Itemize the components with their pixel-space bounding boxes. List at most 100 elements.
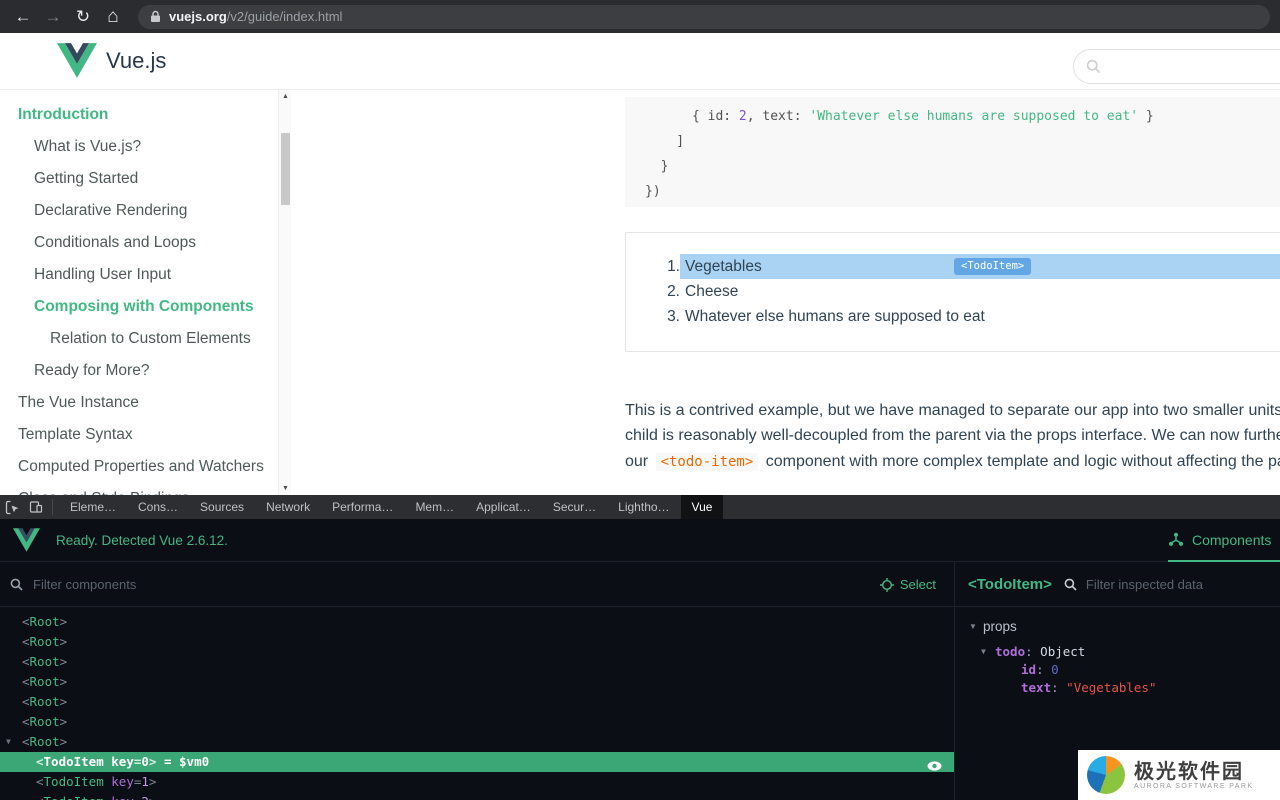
component-tree-row[interactable]: <Root> — [0, 712, 954, 732]
list-marker: 3. — [652, 304, 680, 329]
collapse-triangle-icon[interactable]: ▼ — [981, 643, 986, 661]
browser-toolbar: ← → ↻ ⌂ vuejs.org /v2/guide/index.html — [0, 0, 1280, 33]
list-item: 2.Cheese — [652, 279, 1280, 304]
component-tree-row[interactable]: <Root> — [0, 672, 954, 692]
code-line: }) — [645, 179, 1280, 204]
inspect-element-icon[interactable] — [0, 495, 24, 519]
component-tree-row[interactable]: <TodoItem key=1> — [0, 772, 954, 792]
sidebar-item[interactable]: Conditionals and Loops — [0, 227, 278, 259]
component-tree: <Root><Root><Root><Root><Root><Root>▼<Ro… — [0, 607, 955, 800]
vue-devtools-filterbar: Select <TodoItem> — [0, 562, 1280, 607]
device-toolbar-icon[interactable] — [24, 495, 48, 519]
prop-row[interactable]: id: 0 — [969, 661, 1280, 679]
devtools-tabs: Eleme…Cons…SourcesNetworkPerforma…Mem…Ap… — [59, 495, 723, 519]
devtools-tab-applicat[interactable]: Applicat… — [465, 495, 542, 519]
filter-components-area: Select — [0, 562, 955, 607]
todoitem-inspect-badge: <TodoItem> — [954, 258, 1031, 275]
vue-logo[interactable] — [57, 43, 97, 78]
screen: ← → ↻ ⌂ vuejs.org /v2/guide/index.html V… — [0, 0, 1280, 800]
scroll-up-icon[interactable]: ▲ — [279, 90, 292, 103]
tab-components[interactable]: Components — [1168, 519, 1280, 562]
sidebar-item[interactable]: Computed Properties and Watchers — [0, 451, 278, 483]
tab-components-label: Components — [1192, 532, 1271, 548]
sidebar-item[interactable]: The Vue Instance — [0, 387, 278, 419]
list-item-text: Cheese — [680, 279, 1280, 304]
devtools-tab-performa[interactable]: Performa… — [321, 495, 404, 519]
back-icon[interactable]: ← — [10, 4, 36, 30]
scroll-down-icon[interactable]: ▼ — [279, 482, 292, 495]
prop-row[interactable]: text: "Vegetables" — [969, 679, 1280, 697]
devtools-tab-mem[interactable]: Mem… — [404, 495, 465, 519]
watermark-title: 极光软件园 — [1134, 761, 1253, 783]
search-icon — [1064, 578, 1077, 591]
sidebar-item[interactable]: What is Vue.js? — [0, 131, 278, 163]
devtools-tab-cons[interactable]: Cons… — [127, 495, 189, 519]
demo-list: 1.Vegetables<TodoItem>2.Cheese3.Whatever… — [652, 254, 1280, 329]
component-tree-row[interactable]: <TodoItem key=0> = $vm0 — [0, 752, 954, 772]
devtools-tab-secur[interactable]: Secur… — [542, 495, 607, 519]
devtools-tab-lightho[interactable]: Lightho… — [607, 495, 680, 519]
sidebar-item[interactable]: Template Syntax — [0, 419, 278, 451]
prop-row[interactable]: ▼todo: Object — [969, 643, 1280, 661]
sidebar-item[interactable]: Relation to Custom Elements — [0, 323, 278, 355]
vue-devtools-header: Ready. Detected Vue 2.6.12. Components — [0, 519, 1280, 562]
forward-icon[interactable]: → — [40, 4, 66, 30]
devtools-tab-eleme[interactable]: Eleme… — [59, 495, 127, 519]
devtools-tab-sources[interactable]: Sources — [189, 495, 255, 519]
site-title[interactable]: Vue.js — [106, 48, 166, 74]
inspected-component-name: <TodoItem> — [968, 576, 1052, 593]
paragraph-text: component with more complex template and… — [761, 453, 1280, 470]
filter-components-input[interactable] — [33, 577, 880, 592]
paragraph: This is a contrived example, but we have… — [625, 398, 1280, 475]
sidebar-nav: IntroductionWhat is Vue.js?Getting Start… — [0, 90, 278, 495]
watermark: 极光软件园 AURORA SOFTWARE PARK — [1078, 750, 1280, 800]
component-tree-row[interactable]: <Root> — [0, 652, 954, 672]
filter-inspected-input[interactable] — [1086, 577, 1280, 592]
address-bar[interactable]: vuejs.org /v2/guide/index.html — [138, 5, 1270, 29]
props-section-header[interactable]: ▼ props — [969, 616, 1280, 638]
sidebar-item[interactable]: Class and Style Bindings — [0, 483, 278, 495]
list-item: 1.Vegetables<TodoItem> — [652, 254, 1280, 279]
sidebar-item[interactable]: Introduction — [0, 99, 278, 131]
search-icon — [10, 578, 23, 591]
sidebar-item[interactable]: Composing with Components — [0, 291, 278, 323]
devtools-tabbar: Eleme…Cons…SourcesNetworkPerforma…Mem…Ap… — [0, 495, 1280, 519]
select-component-button[interactable]: Select — [880, 577, 936, 592]
reload-icon[interactable]: ↻ — [70, 4, 96, 30]
sidebar-item[interactable]: Getting Started — [0, 163, 278, 195]
component-tree-row[interactable]: <Root> — [0, 692, 954, 712]
component-tree-row[interactable]: ▼<Root> — [0, 732, 954, 752]
props-section-label: props — [983, 619, 1017, 634]
props-entries: ▼todo: Objectid: 0text: "Vegetables" — [969, 643, 1280, 697]
status-text: Ready. Detected Vue 2.6.12. — [56, 533, 228, 548]
component-tree-row[interactable]: <TodoItem key=2> — [0, 792, 954, 800]
divider — [52, 499, 53, 515]
collapse-triangle-icon: ▼ — [969, 616, 977, 638]
sidebar-scrollbar[interactable]: ▲ ▼ — [278, 90, 291, 495]
scrollbar-thumb[interactable] — [281, 133, 290, 205]
list-item-text: Vegetables<TodoItem> — [680, 254, 1280, 279]
list-item: 3.Whatever else humans are supposed to e… — [652, 304, 1280, 329]
expand-toggle-icon[interactable]: ▼ — [6, 732, 11, 752]
lock-icon — [150, 10, 161, 23]
site-search-input[interactable] — [1109, 59, 1280, 75]
sidebar-item[interactable]: Handling User Input — [0, 259, 278, 291]
watermark-logo-icon — [1087, 756, 1125, 794]
devtools-tab-network[interactable]: Network — [255, 495, 321, 519]
code-line: { id: 2, text: 'Whatever else humans are… — [645, 104, 1280, 129]
sidebar-item[interactable]: Declarative Rendering — [0, 195, 278, 227]
component-tree-row[interactable]: <Root> — [0, 632, 954, 652]
select-label: Select — [900, 577, 936, 592]
inline-code: <todo-item> — [656, 453, 759, 471]
home-icon[interactable]: ⌂ — [100, 4, 126, 30]
url-path: /v2/guide/index.html — [227, 9, 343, 24]
list-marker: 1. — [652, 254, 680, 279]
site-header: Vue.js — [0, 33, 1280, 90]
inspected-component-area: <TodoItem> — [956, 562, 1280, 607]
code-line: ] — [645, 129, 1280, 154]
site-search[interactable] — [1073, 49, 1280, 84]
component-tree-row[interactable]: <Root> — [0, 612, 954, 632]
devtools-tab-vue[interactable]: Vue — [681, 495, 724, 519]
doc-main: { id: 2, text: 'Whatever else humans are… — [625, 90, 1280, 495]
sidebar-item[interactable]: Ready for More? — [0, 355, 278, 387]
